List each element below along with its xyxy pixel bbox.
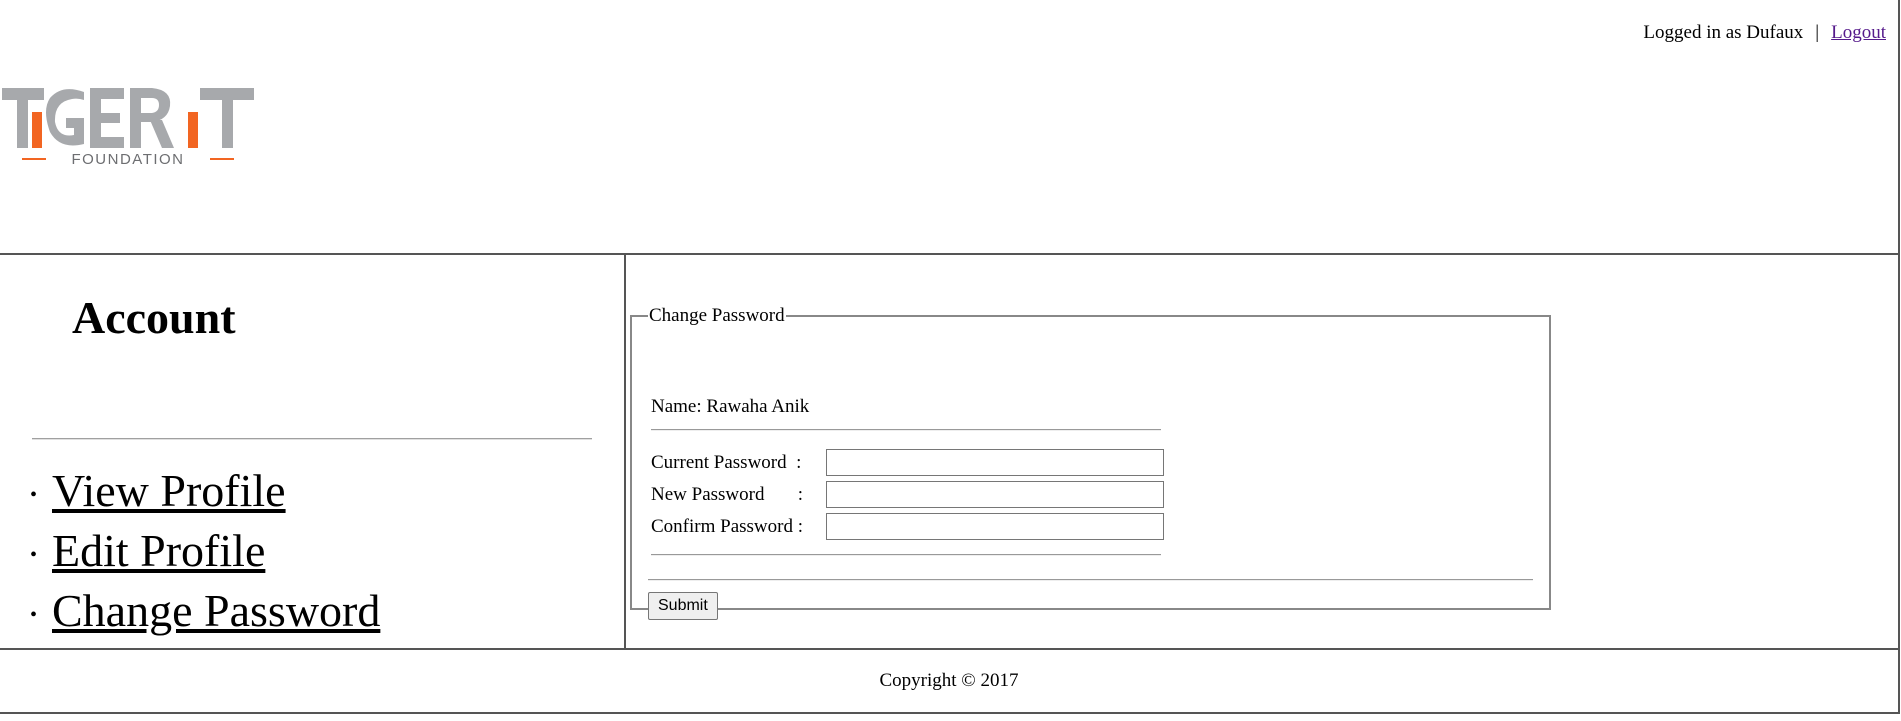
menu-item-edit-profile: • Edit Profile: [30, 523, 380, 583]
logged-in-text: Logged in as Dufaux: [1643, 22, 1804, 43]
sidebar-title: Account: [72, 292, 236, 343]
change-password-link[interactable]: Change Password: [52, 585, 380, 636]
tiger-it-foundation-logo: FOUNDATION: [2, 88, 254, 168]
logout-link[interactable]: Logout: [1831, 22, 1886, 43]
sidebar: Account • View Profile • Edit Profile • Cha…: [0, 255, 626, 650]
view-profile-link[interactable]: View Profile: [52, 465, 286, 516]
menu-item-change-password: • Change Password: [30, 583, 380, 643]
edit-profile-link[interactable]: Edit Profile: [52, 525, 265, 576]
separator: |: [1815, 22, 1820, 43]
new-password-input[interactable]: [826, 481, 1164, 508]
confirm-password-label: Confirm Password :: [651, 516, 803, 537]
confirm-password-input[interactable]: [826, 513, 1164, 540]
current-password-label: Current Password :: [651, 452, 802, 473]
bullet-icon: •: [30, 603, 38, 626]
user-bar: Logged in as Dufaux | Logout: [1643, 22, 1886, 44]
header: Logged in as Dufaux | Logout FOUNDATION: [0, 0, 1900, 255]
main-content: Change Password Name: Rawaha Anik Curren…: [626, 255, 1900, 650]
footer: Copyright © 2017: [0, 648, 1900, 714]
new-password-label: New Password :: [651, 484, 803, 505]
confirm-password-row: Confirm Password :: [651, 513, 1164, 540]
account-menu: • View Profile • Edit Profile • Change Pass…: [30, 463, 380, 643]
bullet-icon: •: [30, 543, 38, 566]
divider: [651, 554, 1161, 556]
form-legend: Change Password: [649, 305, 785, 326]
copyright-text: Copyright © 2017: [879, 670, 1019, 691]
menu-item-view-profile: • View Profile: [30, 463, 380, 523]
current-password-row: Current Password :: [651, 449, 1164, 476]
logo-subtitle: FOUNDATION: [71, 151, 184, 168]
divider: [651, 429, 1161, 431]
sidebar-divider: [32, 438, 592, 440]
page: Logged in as Dufaux | Logout FOUNDATION …: [0, 0, 1901, 721]
user-name: Name: Rawaha Anik: [651, 396, 810, 417]
current-password-input[interactable]: [826, 449, 1164, 476]
change-password-form: Change Password Name: Rawaha Anik Curren…: [630, 305, 1551, 620]
submit-button[interactable]: Submit: [648, 592, 718, 620]
new-password-row: New Password :: [651, 481, 1164, 508]
bullet-icon: •: [30, 483, 38, 506]
divider: [648, 579, 1533, 581]
